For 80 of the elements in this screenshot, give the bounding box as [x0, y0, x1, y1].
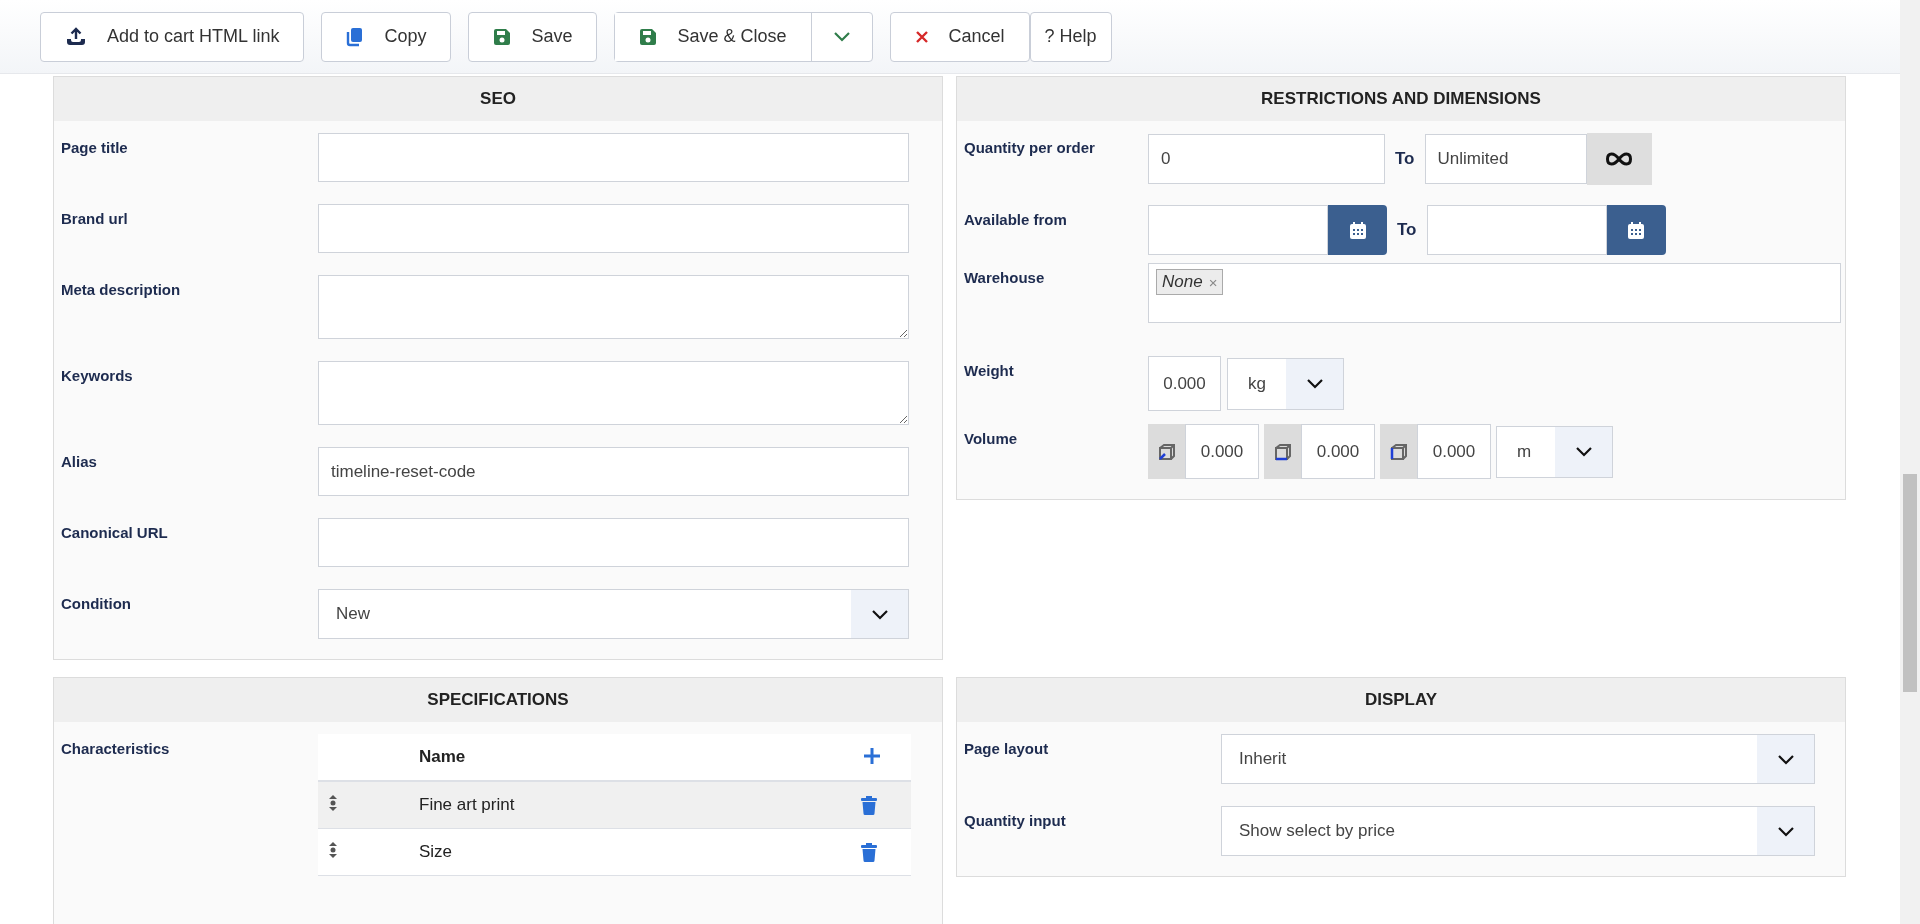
text-field[interactable]: timeline-reset-code [318, 447, 909, 496]
chevron-down-icon [1776, 753, 1795, 765]
cube-icon [1157, 442, 1176, 461]
field-label: Quantity input [964, 811, 1067, 831]
cube-icon [1389, 442, 1408, 461]
panel-title: DISPLAY [957, 678, 1845, 722]
save-icon [639, 27, 658, 46]
tag-label: None [1162, 272, 1203, 292]
field-label: Keywords [61, 366, 134, 386]
field-label: Volume [964, 429, 1019, 447]
calendar-icon [1628, 221, 1644, 239]
number-field[interactable]: 0.000 [1185, 424, 1259, 479]
panel-title: SPECIFICATIONS [54, 678, 942, 722]
save-close-button[interactable]: Save & Close [615, 12, 812, 61]
text-field[interactable]: Unlimited [1424, 134, 1587, 184]
text-area[interactable] [318, 275, 909, 339]
chevron-down-icon [832, 31, 851, 42]
text-area[interactable] [318, 361, 909, 425]
panel-title: RESTRICTIONS AND DIMENSIONS [957, 77, 1845, 121]
upload-icon [65, 26, 87, 47]
text-field[interactable] [318, 518, 909, 567]
field-label: Quantity per order [964, 138, 1096, 156]
scrollbar[interactable] [1900, 0, 1920, 924]
field-label: Canonical URL [61, 523, 169, 543]
help-button[interactable]: ? Help [1029, 11, 1112, 62]
number-field[interactable]: 0.000 [1301, 424, 1375, 479]
dropdown[interactable]: New [318, 589, 909, 639]
field-label: Weight [964, 361, 1015, 379]
field-label: Characteristics [61, 739, 171, 759]
to-label: To [1396, 220, 1418, 240]
table-row[interactable]: Size [318, 829, 911, 876]
cube-icon [1273, 442, 1292, 461]
infinity-icon [1606, 152, 1632, 166]
calendar-button[interactable] [1606, 205, 1666, 255]
copy-button[interactable]: Copy [321, 11, 452, 62]
number-field[interactable]: 0.000 [1148, 356, 1221, 411]
dropdown[interactable]: Show select by price [1221, 806, 1815, 856]
drag-handle-icon[interactable] [328, 795, 338, 811]
trash-icon[interactable] [861, 795, 877, 815]
unit-dropdown[interactable]: m [1496, 425, 1613, 478]
tag-field[interactable]: None × [1148, 263, 1841, 323]
table-cell-text: Size [419, 842, 454, 862]
save-button[interactable]: Save [468, 11, 598, 62]
save-icon [493, 27, 512, 46]
calendar-button[interactable] [1328, 205, 1387, 255]
unit-dropdown[interactable]: kg [1227, 357, 1344, 410]
cancel-button[interactable]: Cancel [889, 11, 1030, 62]
field-label: Alias [61, 452, 98, 472]
drag-handle-icon[interactable] [328, 842, 338, 858]
date-field[interactable] [1426, 205, 1607, 255]
dropdown[interactable]: Inherit [1221, 734, 1815, 784]
field-label: Warehouse [964, 268, 1046, 286]
chevron-down-icon [1776, 825, 1795, 837]
close-icon [914, 29, 929, 44]
field-label: Page title [61, 138, 129, 158]
infinity-button[interactable] [1586, 133, 1652, 185]
field-label: Meta description [61, 280, 182, 300]
text-field[interactable] [318, 204, 909, 253]
text-field[interactable] [318, 133, 909, 182]
chevron-down-icon [870, 608, 889, 620]
column-header: Name [419, 747, 467, 767]
panel-title: SEO [54, 77, 942, 121]
plus-icon [863, 746, 881, 765]
calendar-icon [1349, 221, 1366, 239]
number-field[interactable]: 0.000 [1417, 424, 1491, 479]
chevron-down-icon [1574, 446, 1593, 457]
text-field[interactable]: 0 [1148, 134, 1385, 184]
scrollbar-thumb[interactable] [1903, 474, 1917, 692]
date-field[interactable] [1148, 205, 1328, 255]
field-label: Condition [61, 594, 132, 614]
field-label: Page layout [964, 739, 1050, 759]
field-label: Brand url [61, 209, 129, 229]
trash-icon[interactable] [861, 842, 877, 862]
copy-icon [346, 26, 365, 47]
chevron-down-icon [1305, 378, 1324, 389]
table-row[interactable]: Fine art print [318, 782, 911, 829]
table-cell-text: Fine art print [419, 795, 516, 815]
to-label: To [1394, 149, 1416, 169]
upload-button[interactable]: Add to cart HTML link [40, 11, 305, 62]
field-label: Available from [964, 210, 1068, 228]
